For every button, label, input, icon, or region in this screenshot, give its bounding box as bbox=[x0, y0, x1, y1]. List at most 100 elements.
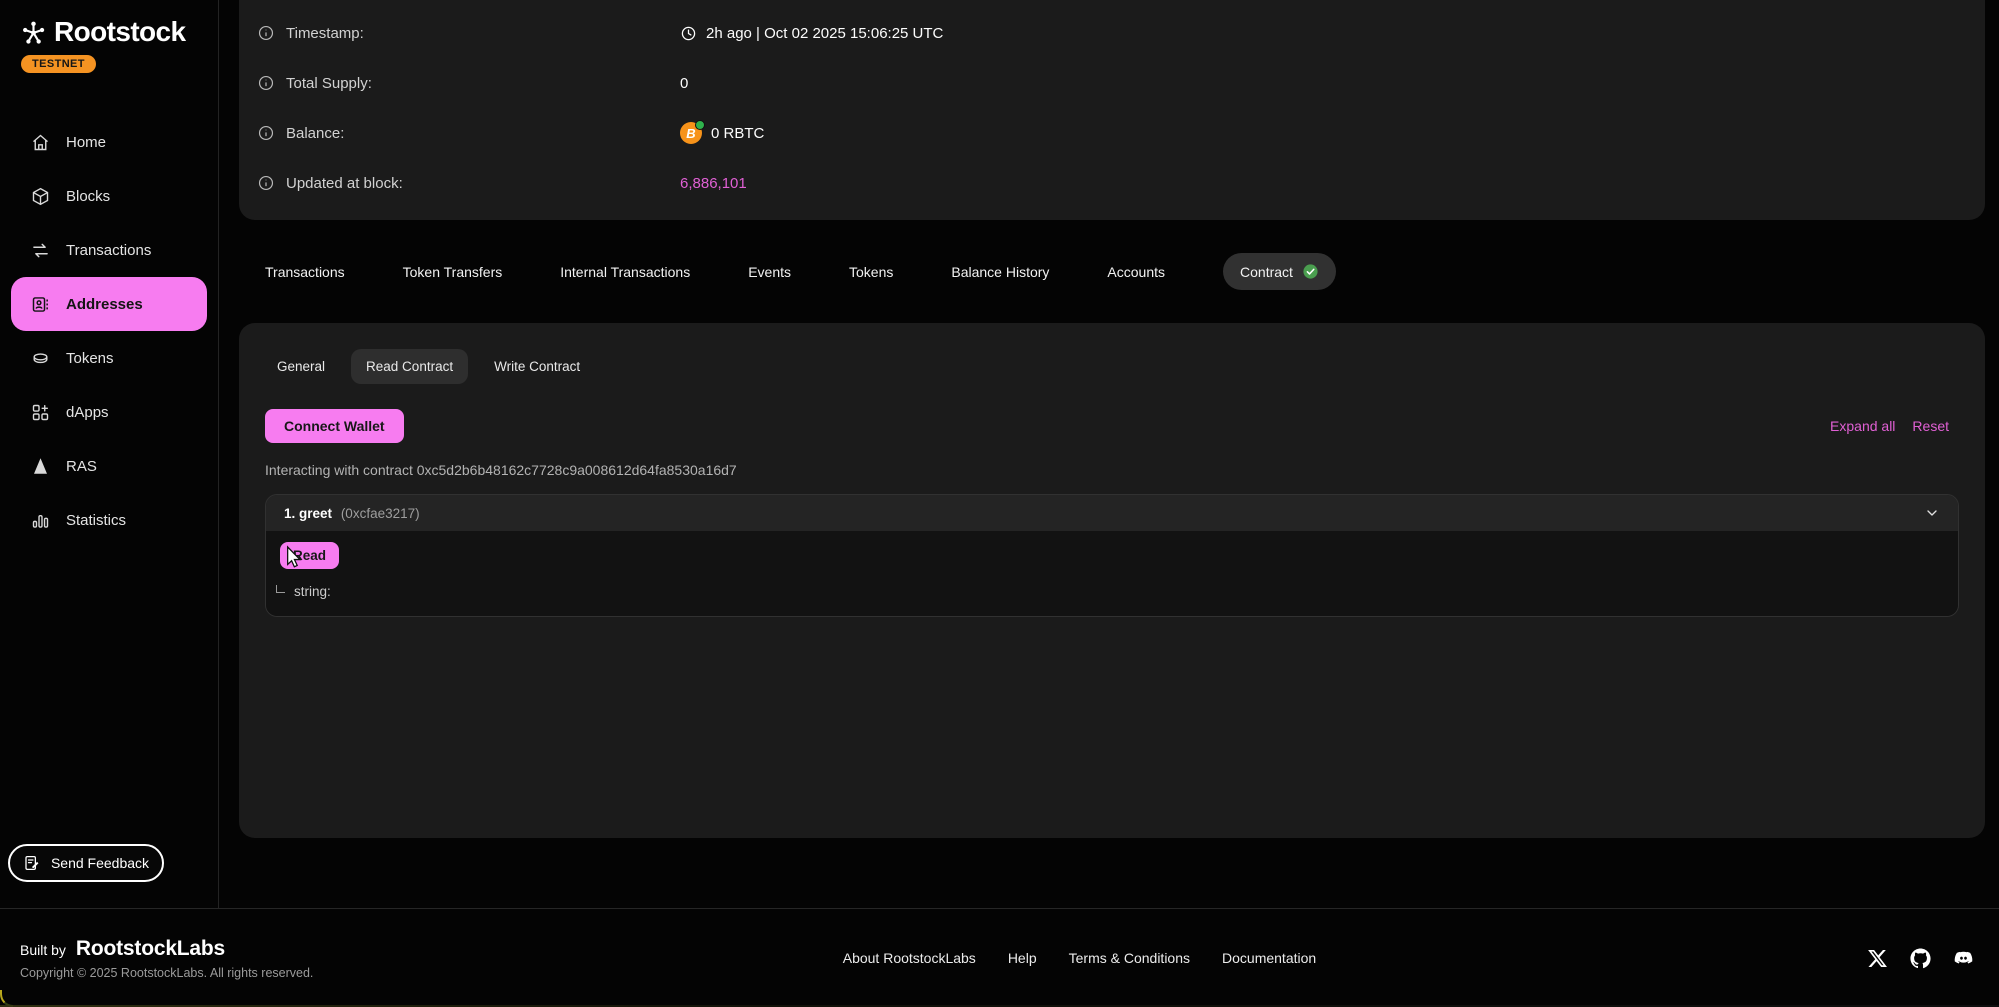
sidebar-item-blocks[interactable]: Blocks bbox=[0, 169, 218, 223]
main-content: Timestamp: 2h ago | Oct 02 2025 15:06:25… bbox=[219, 0, 1999, 908]
footer-link-terms[interactable]: Terms & Conditions bbox=[1069, 950, 1190, 966]
sidebar-item-home[interactable]: Home bbox=[0, 115, 218, 169]
method-number: 1. bbox=[284, 506, 295, 521]
tab-accounts[interactable]: Accounts bbox=[1107, 264, 1165, 280]
reset-link[interactable]: Reset bbox=[1912, 418, 1949, 434]
send-feedback-label: Send Feedback bbox=[51, 855, 149, 871]
sidebar-item-statistics[interactable]: Statistics bbox=[0, 493, 218, 547]
testnet-badge: TESTNET bbox=[21, 55, 96, 73]
method-name: greet bbox=[299, 506, 332, 521]
info-icon bbox=[257, 24, 275, 42]
cube-icon bbox=[30, 186, 51, 207]
sidebar-item-addresses[interactable]: Addresses bbox=[11, 277, 207, 331]
feedback-note-icon bbox=[23, 854, 41, 872]
sidebar-item-transactions[interactable]: Transactions bbox=[0, 223, 218, 277]
address-tabs: Transactions Token Transfers Internal Tr… bbox=[239, 220, 1985, 323]
timestamp-value: 2h ago | Oct 02 2025 15:06:25 UTC bbox=[706, 25, 943, 42]
built-by-label: Built by bbox=[20, 942, 66, 958]
wallet-row: Connect Wallet Expand all Reset bbox=[265, 409, 1959, 443]
tab-events[interactable]: Events bbox=[748, 264, 791, 280]
sidebar: Rootstock TESTNET Home Blocks Transacti bbox=[0, 0, 219, 908]
interacting-with-contract-text: Interacting with contract 0xc5d2b6b48162… bbox=[265, 462, 1959, 478]
footer: Built by RootstockLabs Copyright © 2025 … bbox=[0, 908, 1999, 1007]
result-type-label: string: bbox=[294, 584, 331, 599]
tab-token-transfers[interactable]: Token Transfers bbox=[403, 264, 503, 280]
info-label-text: Balance: bbox=[286, 125, 344, 142]
updated-block-link[interactable]: 6,886,101 bbox=[680, 175, 747, 192]
sidebar-item-ras[interactable]: RAS bbox=[0, 439, 218, 493]
tab-internal-transactions[interactable]: Internal Transactions bbox=[560, 264, 690, 280]
info-label-text: Timestamp: bbox=[286, 25, 364, 42]
info-row-updated-block: Updated at block: 6,886,101 bbox=[257, 158, 1965, 208]
info-icon bbox=[257, 124, 275, 142]
tree-connector-icon bbox=[276, 585, 285, 593]
info-row-total-supply: Total Supply: 0 bbox=[257, 58, 1965, 108]
rbtc-coin-icon: B bbox=[680, 122, 702, 144]
panel-links: Expand all Reset bbox=[1830, 418, 1959, 434]
tab-contract[interactable]: Contract bbox=[1223, 253, 1336, 290]
address-info-card: Timestamp: 2h ago | Oct 02 2025 15:06:25… bbox=[239, 0, 1985, 220]
method-accordion: 1. greet (0xcfae3217) Read string: bbox=[265, 494, 1959, 617]
balance-value: 0 RBTC bbox=[711, 125, 764, 142]
sidebar-item-label: Blocks bbox=[66, 188, 110, 205]
sidebar-item-label: Addresses bbox=[66, 296, 143, 313]
rootstocklabs-wordmark[interactable]: RootstockLabs bbox=[76, 937, 225, 961]
read-button[interactable]: Read bbox=[280, 542, 339, 569]
swap-arrows-icon bbox=[30, 240, 51, 261]
github-icon[interactable] bbox=[1910, 948, 1931, 969]
contract-subtabs: General Read Contract Write Contract bbox=[265, 347, 1959, 385]
tab-tokens[interactable]: Tokens bbox=[849, 264, 893, 280]
footer-links: About RootstockLabs Help Terms & Conditi… bbox=[843, 950, 1316, 966]
method-accordion-header[interactable]: 1. greet (0xcfae3217) bbox=[266, 495, 1958, 531]
info-row-balance: Balance: B 0 RBTC bbox=[257, 108, 1965, 158]
sidebar-item-label: Home bbox=[66, 134, 106, 151]
tab-contract-label: Contract bbox=[1240, 264, 1293, 280]
method-accordion-body: Read string: bbox=[266, 531, 1958, 616]
method-title: 1. greet (0xcfae3217) bbox=[284, 506, 420, 521]
sidebar-item-label: Statistics bbox=[66, 512, 126, 529]
chevron-down-icon[interactable] bbox=[1924, 505, 1940, 521]
contact-card-icon bbox=[30, 294, 51, 315]
footer-brand-block: Built by RootstockLabs Copyright © 2025 … bbox=[20, 937, 313, 980]
sidebar-item-label: Transactions bbox=[66, 242, 151, 259]
rootstock-logo-icon bbox=[20, 19, 47, 46]
subtab-write-contract[interactable]: Write Contract bbox=[494, 359, 580, 374]
footer-link-help[interactable]: Help bbox=[1008, 950, 1037, 966]
info-label-text: Total Supply: bbox=[286, 75, 372, 92]
sidebar-item-label: RAS bbox=[66, 458, 97, 475]
info-icon bbox=[257, 174, 275, 192]
sidebar-nav: Home Blocks Transactions bbox=[0, 115, 218, 547]
home-icon bbox=[30, 132, 51, 153]
contract-panel: General Read Contract Write Contract Con… bbox=[239, 323, 1985, 838]
subtab-read-contract[interactable]: Read Contract bbox=[351, 349, 468, 384]
footer-social bbox=[1867, 948, 1974, 969]
mountain-icon bbox=[30, 456, 51, 477]
info-row-timestamp: Timestamp: 2h ago | Oct 02 2025 15:06:25… bbox=[257, 8, 1965, 58]
brand-logo[interactable]: Rootstock bbox=[0, 16, 218, 48]
send-feedback-button[interactable]: Send Feedback bbox=[8, 844, 164, 882]
method-result-row: string: bbox=[274, 584, 1940, 599]
connect-wallet-button[interactable]: Connect Wallet bbox=[265, 409, 404, 443]
brand-name: Rootstock bbox=[54, 16, 186, 48]
sidebar-item-tokens[interactable]: Tokens bbox=[0, 331, 218, 385]
tab-balance-history[interactable]: Balance History bbox=[951, 264, 1049, 280]
footer-link-documentation[interactable]: Documentation bbox=[1222, 950, 1316, 966]
total-supply-value: 0 bbox=[680, 75, 688, 92]
bar-chart-icon bbox=[30, 510, 51, 531]
sidebar-item-dapps[interactable]: dApps bbox=[0, 385, 218, 439]
verified-check-icon bbox=[1302, 263, 1319, 280]
clock-icon bbox=[680, 25, 697, 42]
x-twitter-icon[interactable] bbox=[1867, 948, 1888, 969]
expand-all-link[interactable]: Expand all bbox=[1830, 418, 1895, 434]
sidebar-item-label: dApps bbox=[66, 404, 109, 421]
discord-icon[interactable] bbox=[1953, 948, 1974, 969]
copyright-text: Copyright © 2025 RootstockLabs. All righ… bbox=[20, 966, 313, 980]
method-selector: (0xcfae3217) bbox=[341, 506, 420, 521]
sidebar-item-label: Tokens bbox=[66, 350, 114, 367]
tab-transactions[interactable]: Transactions bbox=[265, 264, 345, 280]
subtab-general[interactable]: General bbox=[277, 359, 325, 374]
info-icon bbox=[257, 74, 275, 92]
coin-icon bbox=[30, 348, 51, 369]
footer-link-about[interactable]: About RootstockLabs bbox=[843, 950, 976, 966]
dapps-grid-icon bbox=[30, 402, 51, 423]
